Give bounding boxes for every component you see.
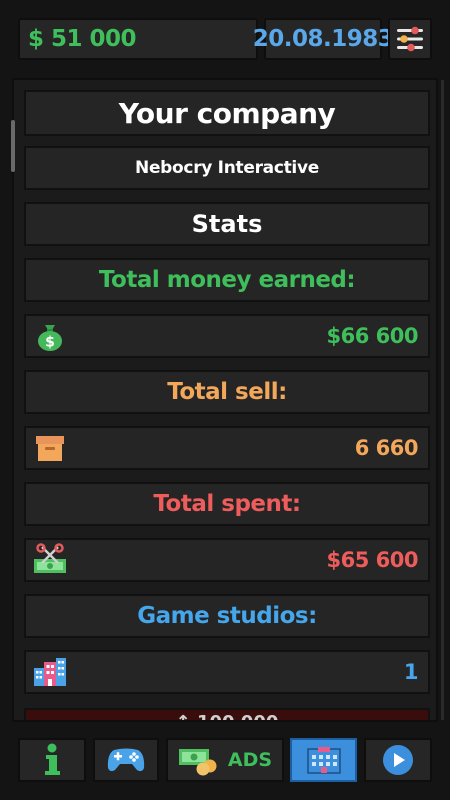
company-panel: Your company Nebocry Interactive Stats T… <box>12 78 438 722</box>
gamepad-icon <box>107 748 145 772</box>
scissors-cash-icon <box>32 542 68 578</box>
buy-studio-price: ↑ 100 000 <box>176 712 279 720</box>
stat-label-total-sell: Total sell: <box>167 379 287 405</box>
stat-label-row: Total money earned: <box>24 258 430 302</box>
stat-value-total-sell: 6 660 <box>354 436 419 460</box>
svg-text:$: $ <box>45 335 55 351</box>
office-building-icon <box>306 747 341 774</box>
panel-title-row: Your company <box>24 90 430 136</box>
stat-value-row: 1 <box>24 650 430 694</box>
ads-label: ADS <box>227 749 273 771</box>
buy-studio-button[interactable]: ↑ 100 000 <box>24 708 430 720</box>
stat-value-money-earned: $66 600 <box>326 324 419 348</box>
buildings-icon <box>32 654 68 690</box>
stat-label-money-earned: Total money earned: <box>98 267 356 293</box>
scrollbar-track[interactable] <box>441 80 444 720</box>
stat-value-row: $ $66 600 <box>24 314 430 358</box>
settings-button[interactable] <box>388 18 432 60</box>
play-button[interactable] <box>364 738 432 782</box>
stat-value-row: $65 600 <box>24 538 430 582</box>
info-button[interactable] <box>18 738 86 782</box>
company-name-row: Nebocry Interactive <box>24 146 430 190</box>
stat-label-row: Total sell: <box>24 370 430 414</box>
stat-value-total-spent: $65 600 <box>326 548 419 572</box>
date-display: 20.08.1983 <box>253 18 394 60</box>
ads-button[interactable]: ADS <box>166 738 284 782</box>
money-display: $ 51 000 <box>18 18 258 60</box>
stats-header: Stats <box>191 210 263 238</box>
play-icon <box>383 745 413 775</box>
stat-label-row: Game studios: <box>24 594 430 638</box>
bottom-nav: ADS <box>0 728 450 800</box>
date-value: 20.08.1983 <box>252 26 394 52</box>
stat-value-game-studios: 1 <box>403 660 419 684</box>
stat-value-row: 6 660 <box>24 426 430 470</box>
stat-label-row: Total spent: <box>24 482 430 526</box>
cash-coins-icon <box>178 749 217 776</box>
scrollbar-thumb[interactable] <box>11 120 15 172</box>
stat-label-game-studios: Game studios: <box>137 603 317 629</box>
top-bar: $ 51 000 20.08.1983 <box>0 0 450 72</box>
money-value: $ 51 000 <box>28 26 137 52</box>
stat-label-total-spent: Total spent: <box>153 491 301 517</box>
company-name: Nebocry Interactive <box>135 158 319 178</box>
company-button[interactable] <box>290 738 357 782</box>
stats-header-row: Stats <box>24 202 430 246</box>
money-bag-icon: $ <box>32 318 68 354</box>
games-button[interactable] <box>93 738 159 782</box>
info-icon <box>45 743 60 775</box>
sliders-icon <box>397 26 423 52</box>
panel-title: Your company <box>118 96 336 130</box>
box-icon <box>32 430 68 466</box>
